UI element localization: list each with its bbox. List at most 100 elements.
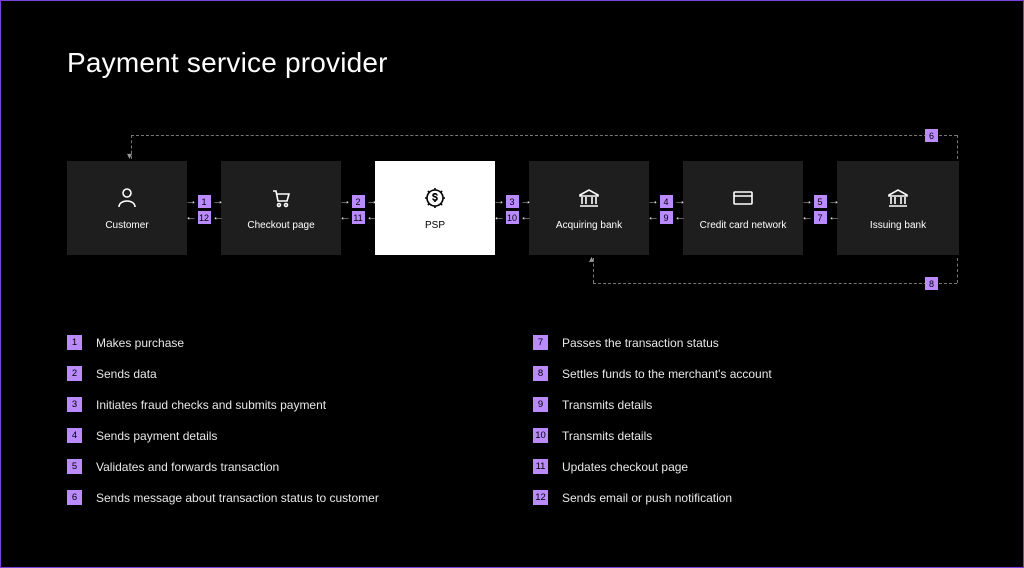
arrow-right-icon: → (801, 197, 813, 207)
flow-diagram: Customer Checkout page PSP Acquiring ban… (67, 161, 959, 255)
legend-text-4: Sends payment details (96, 429, 217, 443)
connector-1-12: →1→ ←12← (187, 161, 221, 255)
arrow-right-icon: → (674, 197, 686, 207)
credit-card-icon (731, 186, 755, 210)
arrow-right-icon: → (212, 197, 224, 207)
legend-col-left: 1Makes purchase 2 Sends data 3 Initiates f… (67, 335, 493, 505)
badge-12: 12 (198, 211, 211, 224)
psp-gear-dollar-icon (423, 186, 447, 210)
arrow-left-icon: ← (339, 213, 351, 223)
legend-text-6: Sends message about transaction status t… (96, 491, 379, 505)
legend-item-5: 5 Validates and forwards transaction (67, 459, 493, 474)
dash-line-6-right (957, 135, 958, 159)
arrow-left-icon: ← (647, 213, 659, 223)
legend-text-8: Settles funds to the merchant's account (562, 367, 772, 381)
legend-num-6: 6 (67, 490, 82, 505)
legend-item-8: 8 Settles funds to the merchant's account (533, 366, 959, 381)
arrow-right-icon: → (366, 197, 378, 207)
dash-line-8-top (593, 283, 957, 284)
arrow-left-icon: ← (674, 213, 686, 223)
connector-3-10: →3→ ←10← (495, 161, 529, 255)
badge-10: 10 (506, 211, 519, 224)
legend-item-11: 11 Updates checkout page (533, 459, 959, 474)
legend-item-9: 9 Transmits details (533, 397, 959, 412)
legend-text-10: Transmits details (562, 429, 652, 443)
legend-item-12: 12 Sends email or push notification (533, 490, 959, 505)
arrow-left-icon: ← (366, 213, 378, 223)
arrow-left-icon: ← (185, 213, 197, 223)
legend-text-7: Passes the transaction status (562, 336, 719, 350)
node-customer: Customer (67, 161, 187, 255)
legend-num-2: 2 (67, 366, 82, 381)
node-issuing-label: Issuing bank (870, 220, 926, 231)
arrow-right-icon: → (647, 197, 659, 207)
node-network-label: Credit card network (700, 220, 787, 231)
legend-text-11: Updates checkout page (562, 460, 688, 474)
badge-2: 2 (352, 195, 365, 208)
node-acquiring-bank: Acquiring bank (529, 161, 649, 255)
badge-1: 1 (198, 195, 211, 208)
bank-icon (577, 186, 601, 210)
arrow-left-icon: ← (493, 213, 505, 223)
legend-item-3: 3 Initiates fraud checks and submits paym… (67, 397, 493, 412)
node-card-network: Credit card network (683, 161, 803, 255)
legend: 1Makes purchase 2 Sends data 3 Initiates f… (67, 335, 959, 505)
legend-item-2: 2 Sends data (67, 366, 493, 381)
arrow-right-icon: → (339, 197, 351, 207)
legend-text-5: Validates and forwards transaction (96, 460, 279, 474)
badge-11: 11 (352, 211, 365, 224)
arrow-left-icon: ← (212, 213, 224, 223)
node-checkout: Checkout page (221, 161, 341, 255)
arrow-right-icon: → (185, 197, 197, 207)
arrow-left-icon: ← (801, 213, 813, 223)
legend-num-1: 1 (67, 335, 82, 350)
legend-num-9: 9 (533, 397, 548, 412)
legend-col-right: 7 Passes the transaction status 8 Settles … (533, 335, 959, 505)
badge-9: 9 (660, 211, 673, 224)
legend-item-1: 1Makes purchase (67, 335, 493, 350)
node-customer-label: Customer (105, 220, 148, 231)
legend-item-10: 10 Transmits details (533, 428, 959, 443)
connector-5-7: →5→ ←7← (803, 161, 837, 255)
arrow-left-icon: ← (828, 213, 840, 223)
arrow-right-icon: → (828, 197, 840, 207)
legend-text-9: Transmits details (562, 398, 652, 412)
cart-icon (269, 186, 293, 210)
node-issuing-bank: Issuing bank (837, 161, 959, 255)
legend-num-12: 12 (533, 490, 548, 505)
legend-text-12: Sends email or push notification (562, 491, 732, 505)
legend-num-5: 5 (67, 459, 82, 474)
arrow-left-icon: ← (520, 213, 532, 223)
legend-num-7: 7 (533, 335, 548, 350)
badge-4: 4 (660, 195, 673, 208)
node-checkout-label: Checkout page (247, 220, 314, 231)
connector-2-11: →2→ ←11← (341, 161, 375, 255)
arrowhead-8-icon: ▴ (589, 255, 594, 265)
badge-6: 6 (925, 129, 938, 142)
person-icon (115, 186, 139, 210)
legend-item-4: 4 Sends payment details (67, 428, 493, 443)
node-psp: PSP (375, 161, 495, 255)
node-acquiring-label: Acquiring bank (556, 220, 622, 231)
page-title: Payment service provider (67, 47, 388, 79)
connector-4-9: →4→ ←9← (649, 161, 683, 255)
legend-num-8: 8 (533, 366, 548, 381)
legend-num-10: 10 (533, 428, 548, 443)
legend-num-3: 3 (67, 397, 82, 412)
legend-num-4: 4 (67, 428, 82, 443)
badge-7: 7 (814, 211, 827, 224)
badge-5: 5 (814, 195, 827, 208)
dash-line-6-top (131, 135, 957, 136)
arrow-right-icon: → (520, 197, 532, 207)
badge-8: 8 (925, 277, 938, 290)
legend-item-7: 7 Passes the transaction status (533, 335, 959, 350)
legend-text-2: Sends data (96, 367, 157, 381)
bank-icon (886, 186, 910, 210)
legend-text-3: Initiates fraud checks and submits payme… (96, 398, 326, 412)
dash-line-8-right (957, 258, 958, 283)
node-psp-label: PSP (425, 220, 445, 231)
legend-num-11: 11 (533, 459, 548, 474)
arrow-right-icon: → (493, 197, 505, 207)
legend-item-6: 6 Sends message about transaction status … (67, 490, 493, 505)
badge-3: 3 (506, 195, 519, 208)
